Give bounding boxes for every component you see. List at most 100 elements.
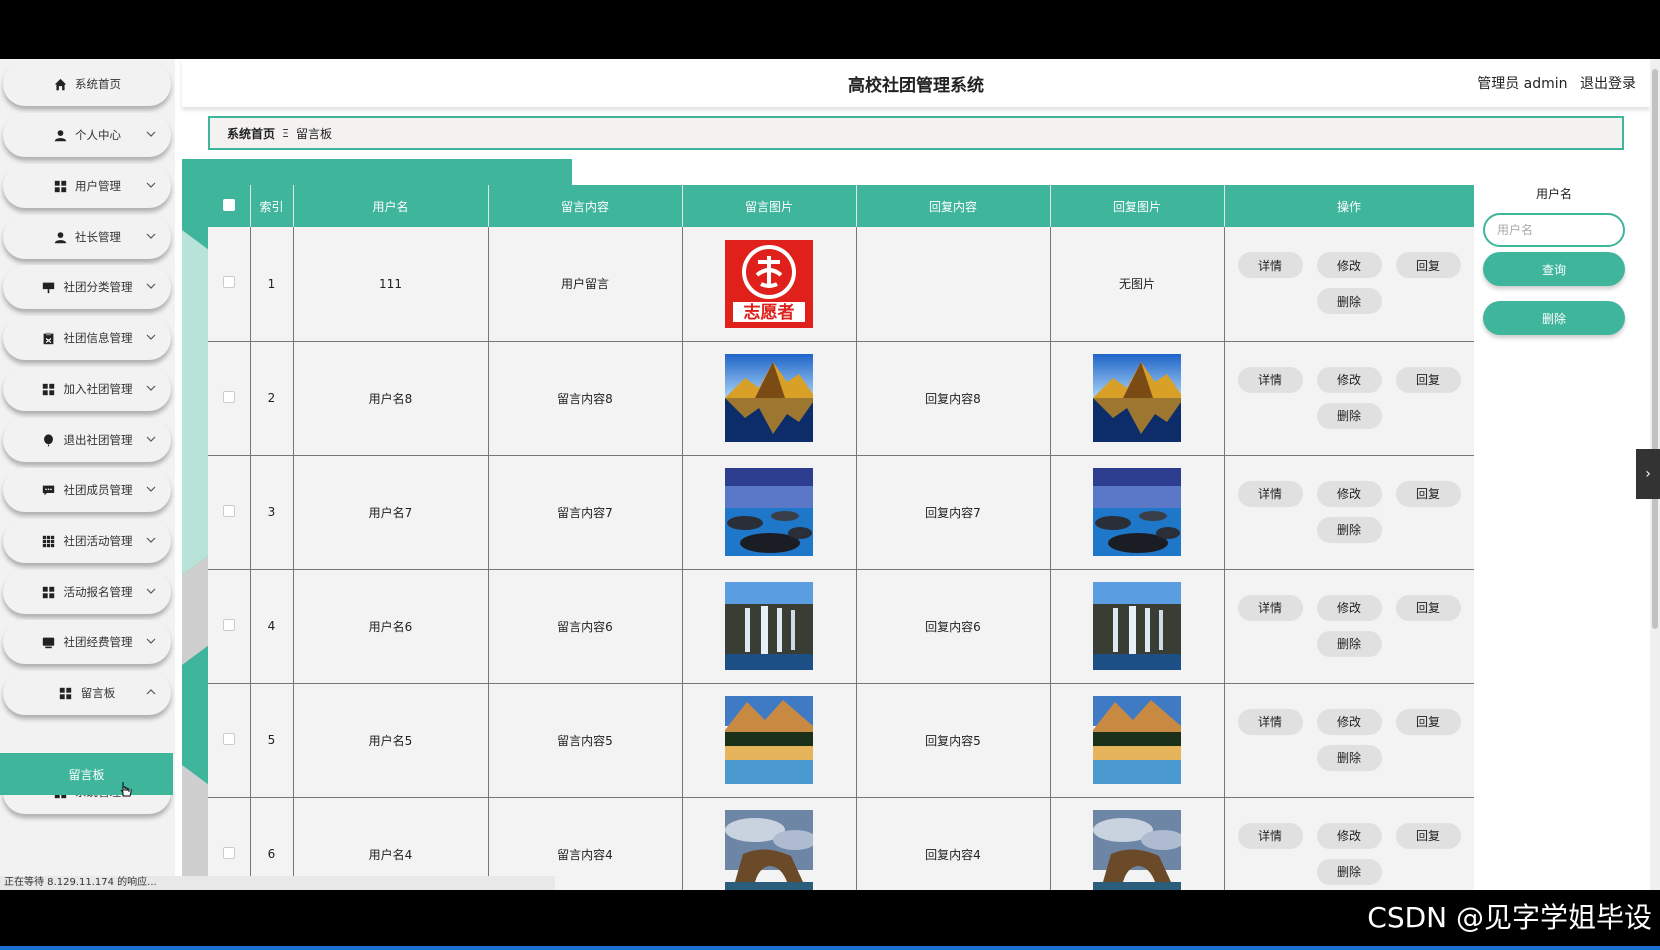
column-header: 操作	[1224, 185, 1474, 227]
delete-button[interactable]: 删除	[1316, 858, 1382, 885]
chevron-down-icon	[145, 534, 157, 546]
query-button[interactable]: 查询	[1483, 252, 1625, 286]
reply-image[interactable]	[1093, 354, 1181, 442]
reply-image[interactable]	[1093, 810, 1181, 890]
chevron-down-icon	[145, 483, 157, 495]
delete-button[interactable]: 删除	[1316, 630, 1382, 657]
detail-button[interactable]: 详情	[1237, 594, 1303, 621]
scrollbar-thumb[interactable]	[1652, 69, 1658, 629]
no-image-text: 无图片	[1118, 277, 1155, 292]
row-select-cell[interactable]	[208, 341, 251, 456]
select-all-checkbox[interactable]	[222, 198, 235, 211]
message-image[interactable]	[725, 696, 813, 784]
sidebar-item[interactable]: 社团经费管理	[3, 620, 171, 664]
reply-button[interactable]: 回复	[1395, 252, 1461, 278]
sidebar-item[interactable]: 退出社团管理	[3, 418, 171, 462]
column-header: 回复内容	[856, 185, 1051, 227]
chat-icon	[42, 483, 56, 497]
table-row: 2 用户名8 留言内容8 回复内容8 详情 修改 回复 删除	[208, 341, 1474, 456]
actions-cell: 详情 修改 回复 删除	[1224, 569, 1474, 684]
edit-button[interactable]: 修改	[1316, 822, 1382, 849]
detail-button[interactable]: 详情	[1237, 366, 1303, 393]
edit-button[interactable]: 修改	[1316, 252, 1382, 278]
detail-button[interactable]: 详情	[1237, 708, 1303, 735]
detail-button[interactable]: 详情	[1237, 822, 1303, 849]
sidebar-item-label: 系统首页	[75, 77, 121, 91]
sidebar-item[interactable]: 社团成员管理	[3, 468, 171, 512]
row-select-cell[interactable]	[208, 227, 251, 342]
sidebar-item-label: 用户管理	[75, 179, 121, 193]
detail-button[interactable]: 详情	[1237, 480, 1303, 507]
sidebar-item[interactable]: 加入社团管理	[3, 367, 171, 411]
sidebar-item[interactable]: 社团活动管理	[3, 519, 171, 563]
row-checkbox[interactable]	[222, 276, 235, 289]
sidebar-item[interactable]: 用户管理	[3, 164, 171, 208]
breadcrumb: 系统首页 Ξ 留言板	[208, 116, 1624, 150]
sidebar-item[interactable]: 个人中心	[3, 113, 171, 157]
logout-link[interactable]: 退出登录	[1580, 76, 1636, 92]
app-title: 高校社团管理系统	[848, 76, 984, 96]
row-checkbox[interactable]	[222, 390, 235, 403]
sidebar-item[interactable]: 活动报名管理	[3, 570, 171, 614]
edit-button[interactable]: 修改	[1316, 480, 1382, 507]
reply-image[interactable]	[1093, 696, 1181, 784]
batch-delete-button[interactable]: 删除	[1483, 301, 1625, 335]
row-select-cell[interactable]	[208, 569, 251, 684]
row-checkbox[interactable]	[222, 618, 235, 631]
username-search-input[interactable]	[1483, 213, 1625, 247]
content-cell: 留言内容5	[488, 683, 683, 798]
edit-button[interactable]: 修改	[1316, 708, 1382, 735]
search-label: 用户名	[1535, 187, 1572, 201]
delete-button[interactable]: 删除	[1316, 744, 1382, 771]
reply-button[interactable]: 回复	[1395, 480, 1461, 507]
delete-button[interactable]: 删除	[1316, 402, 1382, 429]
breadcrumb-home[interactable]: 系统首页	[227, 125, 275, 142]
row-checkbox[interactable]	[222, 504, 235, 517]
row-checkbox[interactable]	[222, 846, 235, 859]
sidebar-subitem-active[interactable]: 留言板	[0, 753, 173, 795]
chevron-down-icon	[145, 433, 157, 445]
reply-cell: 回复内容6	[856, 569, 1051, 684]
sidebar-item[interactable]: 系统首页	[3, 62, 171, 106]
message-image[interactable]	[725, 582, 813, 670]
monitor-icon	[42, 635, 56, 649]
row-select-cell[interactable]	[208, 455, 251, 570]
delete-button[interactable]: 删除	[1316, 288, 1382, 314]
message-image[interactable]	[725, 810, 813, 890]
chevron-right-icon[interactable]: ›	[1636, 449, 1660, 499]
column-header: 回复图片	[1050, 185, 1225, 227]
index-cell: 1	[250, 227, 294, 342]
reply-image-cell: 无图片	[1050, 227, 1225, 342]
sidebar-item[interactable]: 社团分类管理	[3, 265, 171, 309]
sidebar-item[interactable]: 留言板	[3, 671, 171, 715]
message-image[interactable]	[725, 354, 813, 442]
sidebar-item[interactable]: 社长管理	[3, 215, 171, 259]
breadcrumb-current: 留言板	[295, 126, 332, 141]
row-select-cell[interactable]	[208, 683, 251, 798]
index-cell: 2	[250, 341, 294, 456]
select-all-header[interactable]	[208, 185, 251, 227]
sidebar-item-label: 社团分类管理	[63, 280, 133, 294]
reply-button[interactable]: 回复	[1395, 708, 1461, 735]
column-header: 索引	[250, 185, 294, 227]
chevron-down-icon	[145, 280, 157, 292]
sidebar-item[interactable]: 社团信息管理	[3, 316, 171, 360]
column-header: 用户名	[293, 185, 489, 227]
detail-button[interactable]: 详情	[1237, 252, 1303, 278]
edit-button[interactable]: 修改	[1316, 366, 1382, 393]
row-checkbox[interactable]	[222, 732, 235, 745]
reply-button[interactable]: 回复	[1395, 366, 1461, 393]
sidebar-item-label: 加入社团管理	[63, 382, 133, 396]
reply-image-cell	[1050, 569, 1225, 684]
message-image[interactable]: 志愿者	[725, 239, 813, 328]
sidebar-item-label: 活动报名管理	[63, 585, 133, 599]
edit-button[interactable]: 修改	[1316, 594, 1382, 621]
reply-button[interactable]: 回复	[1395, 594, 1461, 621]
reply-image[interactable]	[1093, 468, 1181, 556]
reply-cell: 回复内容5	[856, 683, 1051, 798]
delete-button[interactable]: 删除	[1316, 516, 1382, 543]
reply-image[interactable]	[1093, 582, 1181, 670]
reply-button[interactable]: 回复	[1395, 822, 1461, 849]
message-image[interactable]	[725, 468, 813, 556]
username-cell: 用户名5	[293, 683, 489, 798]
